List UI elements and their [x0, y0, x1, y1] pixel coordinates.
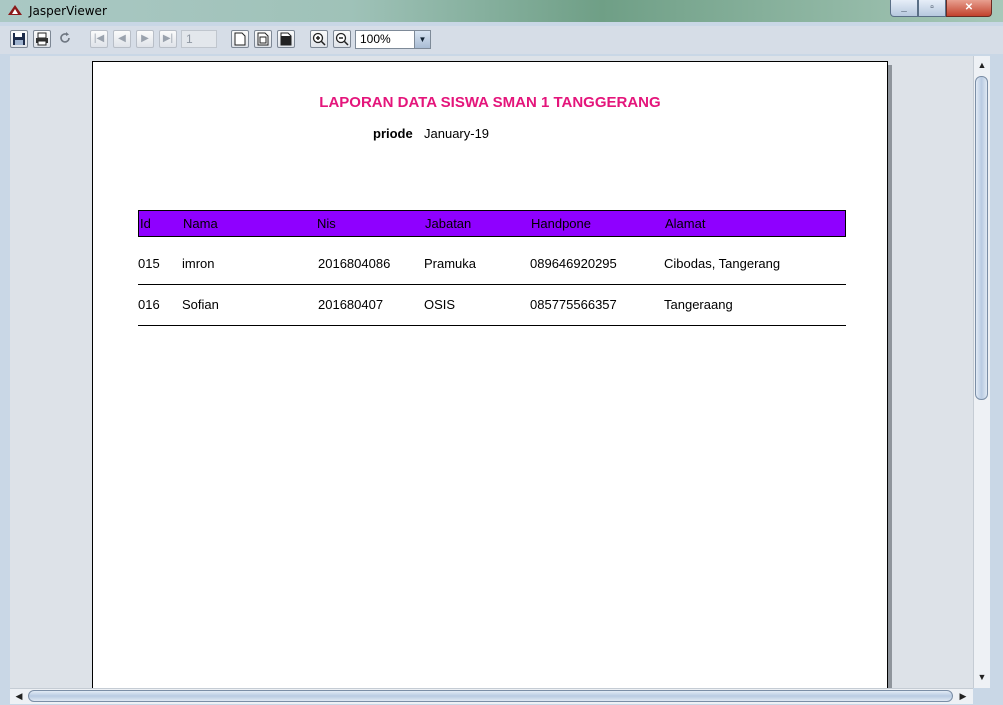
zoom-in-icon	[312, 32, 326, 46]
close-button[interactable]: ✕	[946, 0, 992, 17]
chevron-down-icon[interactable]: ▼	[414, 31, 430, 48]
title-bar[interactable]: JasperViewer _ ▫ ✕	[0, 0, 1003, 22]
cell-handpone: 089646920295	[530, 256, 617, 271]
column-header-nis: Nis	[317, 216, 336, 231]
minimize-button[interactable]: _	[890, 0, 918, 17]
table-header: Id Nama Nis Jabatan Handpone Alamat	[138, 210, 846, 237]
cell-id: 015	[138, 256, 160, 271]
report-page: LAPORAN DATA SISWA SMAN 1 TANGGERANG pri…	[92, 61, 888, 688]
fit-page-button[interactable]	[254, 30, 272, 48]
cell-alamat: Cibodas, Tangerang	[664, 256, 781, 271]
window-title: JasperViewer	[29, 4, 107, 18]
print-button[interactable]	[33, 30, 51, 48]
column-header-nama: Nama	[183, 216, 218, 231]
window-controls: _ ▫ ✕	[890, 0, 992, 18]
vertical-scroll-thumb[interactable]	[975, 76, 988, 400]
fit-page-icon	[257, 32, 269, 46]
cell-id: 016	[138, 297, 160, 312]
zoom-out-icon	[335, 32, 349, 46]
scrollbar-corner	[989, 688, 1003, 705]
cell-alamat: Tangeraang	[664, 297, 733, 312]
column-header-handpone: Handpone	[531, 216, 591, 231]
cell-jabatan: OSIS	[424, 297, 456, 312]
next-page-icon: ▶	[141, 33, 149, 44]
scroll-down-icon[interactable]: ▼	[975, 670, 989, 684]
scroll-right-icon[interactable]: ▶	[956, 689, 970, 703]
previous-page-button[interactable]: ◀	[113, 30, 131, 48]
jasper-viewer-window: JasperViewer _ ▫ ✕ |◀ ◀ ▶ ▶| 1 100% ▼ LA…	[0, 0, 1003, 705]
last-page-button[interactable]: ▶|	[159, 30, 177, 48]
zoom-out-button[interactable]	[333, 30, 351, 48]
report-viewport[interactable]: LAPORAN DATA SISWA SMAN 1 TANGGERANG pri…	[10, 56, 973, 688]
first-page-icon: |◀	[93, 33, 105, 44]
column-header-jabatan: Jabatan	[425, 216, 472, 231]
zoom-in-button[interactable]	[310, 30, 328, 48]
horizontal-scroll-thumb[interactable]	[28, 690, 953, 702]
actual-size-page-icon	[234, 32, 246, 46]
scroll-left-icon[interactable]: ◀	[12, 689, 26, 703]
page-number-input[interactable]: 1	[181, 30, 217, 48]
zoom-select[interactable]: 100% ▼	[355, 30, 431, 49]
fit-width-button[interactable]	[277, 30, 295, 48]
cell-nama: Sofian	[182, 297, 219, 312]
reload-button[interactable]	[56, 30, 74, 48]
zoom-value: 100%	[360, 32, 391, 46]
column-header-alamat: Alamat	[665, 216, 706, 231]
jasper-logo-icon	[8, 5, 22, 15]
horizontal-scrollbar[interactable]: ◀ ▶	[10, 688, 973, 704]
save-button[interactable]	[10, 30, 28, 48]
next-page-button[interactable]: ▶	[136, 30, 154, 48]
printer-icon	[36, 32, 48, 46]
table-row: 016 Sofian 201680407 OSIS 085775566357 T…	[138, 285, 846, 326]
previous-page-icon: ◀	[118, 33, 126, 44]
maximize-button[interactable]: ▫	[918, 0, 946, 17]
fit-width-icon	[280, 32, 292, 46]
last-page-icon: ▶|	[162, 33, 174, 44]
vertical-scrollbar[interactable]: ▲ ▼	[973, 56, 990, 688]
cell-handpone: 085775566357	[530, 297, 617, 312]
cell-nama: imron	[182, 256, 215, 271]
cell-jabatan: Pramuka	[424, 256, 477, 271]
first-page-button[interactable]: |◀	[90, 30, 108, 48]
floppy-disk-icon	[13, 33, 25, 45]
period-value: January-19	[424, 126, 490, 141]
column-header-id: Id	[140, 216, 151, 231]
table-row: 015 imron 2016804086 Pramuka 08964692029…	[138, 244, 846, 285]
scroll-up-icon[interactable]: ▲	[975, 58, 989, 72]
cell-nis: 2016804086	[318, 256, 391, 271]
report-title: LAPORAN DATA SISWA SMAN 1 TANGGERANG	[319, 94, 661, 111]
viewer-toolbar: |◀ ◀ ▶ ▶| 1 100% ▼	[0, 26, 1003, 54]
refresh-icon	[60, 32, 70, 43]
period-label: priode	[373, 126, 413, 141]
actual-size-button[interactable]	[231, 30, 249, 48]
cell-nis: 201680407	[318, 297, 384, 312]
